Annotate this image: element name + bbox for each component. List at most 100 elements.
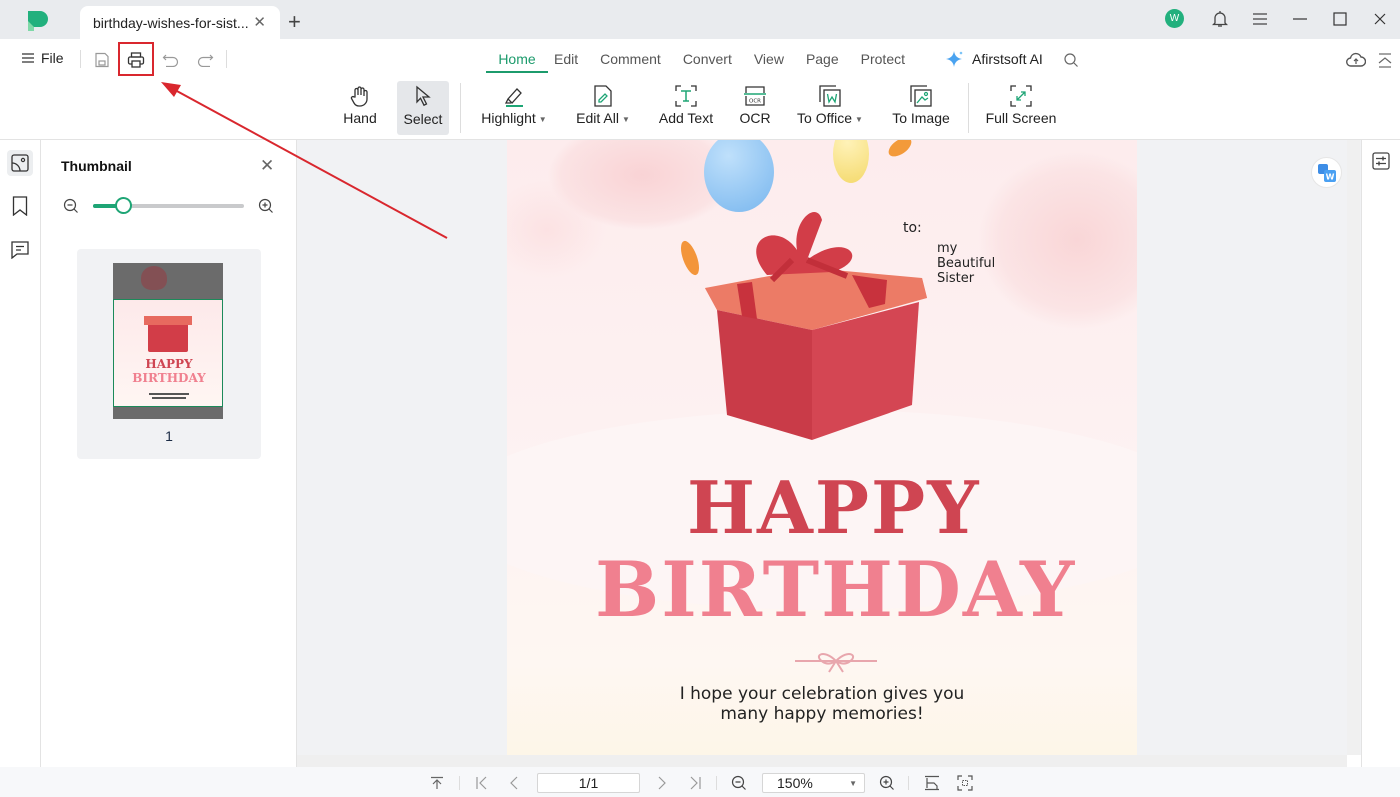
app-logo-icon — [28, 11, 48, 31]
dropdown-caret-icon: ▼ — [621, 114, 630, 124]
afirstsoft-ai-button[interactable]: Afirstsoft AI — [946, 50, 1043, 68]
add-text-icon — [675, 85, 697, 107]
select-tool-button[interactable]: Select — [397, 81, 449, 135]
search-button[interactable] — [1059, 48, 1083, 72]
document-tab-title: birthday-wishes-for-sist... — [93, 14, 249, 31]
cursor-arrow-icon — [416, 85, 431, 107]
zoom-level-value: 150% — [777, 775, 813, 791]
cloud-upload-button[interactable] — [1344, 48, 1368, 72]
save-button[interactable] — [90, 48, 114, 72]
to-label: to: — [903, 220, 922, 236]
tab-view[interactable]: View — [754, 51, 784, 73]
translate-button[interactable]: W — [1311, 157, 1342, 188]
comment-panel-button[interactable] — [7, 237, 33, 263]
cloud-decoration — [977, 150, 1137, 330]
menu-lines-icon — [22, 53, 34, 63]
edit-all-button[interactable]: Edit All ▼ — [573, 82, 633, 134]
maximize-icon[interactable] — [1329, 8, 1351, 30]
undo-button[interactable] — [159, 48, 183, 72]
add-text-button[interactable]: Add Text — [656, 82, 716, 134]
zoom-level-select[interactable]: 150% ▼ — [762, 773, 865, 793]
translate-icon: W — [1317, 163, 1336, 182]
vertical-scrollbar[interactable] — [1347, 140, 1360, 755]
notification-bell-icon[interactable] — [1209, 8, 1231, 30]
search-icon — [1064, 53, 1078, 67]
ocr-button[interactable]: OCR OCR — [738, 82, 772, 134]
minimize-icon[interactable] — [1289, 8, 1311, 30]
left-sidebar-rail — [0, 140, 41, 767]
headline-birthday: BIRTHDAY — [595, 545, 1077, 634]
first-page-button[interactable] — [473, 774, 491, 792]
divider — [968, 83, 969, 133]
last-page-button[interactable] — [686, 774, 704, 792]
new-tab-button[interactable]: + — [288, 9, 301, 35]
zoom-out-icon — [63, 198, 78, 213]
hand-tool-button[interactable]: Hand — [337, 82, 383, 134]
thumbnail-panel-button[interactable] — [7, 150, 33, 176]
add-text-label: Add Text — [658, 110, 714, 126]
recipient-text: my Beautiful Sister — [937, 241, 995, 286]
zoom-out-button[interactable] — [730, 774, 748, 792]
print-button-highlight — [118, 42, 154, 76]
highlight-button[interactable]: Highlight ▼ — [478, 82, 550, 134]
bookmark-panel-button[interactable] — [7, 193, 33, 219]
ribbon-tabs: Home Edit Comment Convert View Page Prot… — [486, 51, 905, 73]
full-screen-label: Full Screen — [985, 110, 1057, 126]
dropdown-caret-icon: ▼ — [849, 779, 857, 788]
full-screen-icon — [1010, 85, 1032, 107]
fit-page-button[interactable] — [956, 774, 974, 792]
document-canvas[interactable]: to: my Beautiful Sister HAPPY BIRTHDAY I… — [297, 140, 1361, 755]
properties-panel-button[interactable] — [1372, 152, 1390, 175]
page-number-input[interactable]: 1/1 — [537, 773, 640, 793]
fit-width-button[interactable] — [923, 774, 941, 792]
collapse-ribbon-button[interactable] — [1373, 48, 1397, 72]
ocr-icon: OCR — [744, 86, 766, 106]
document-tab[interactable]: birthday-wishes-for-sist... ✕ — [80, 6, 280, 39]
ai-label: Afirstsoft AI — [972, 51, 1043, 67]
page-thumbnail[interactable]: HAPPY BIRTHDAY 1 — [77, 249, 261, 459]
to-image-button[interactable]: To Image — [889, 82, 953, 134]
zoom-in-button[interactable] — [878, 774, 896, 792]
zoom-in-thumbnail-button[interactable] — [258, 198, 274, 219]
zoom-out-thumbnail-button[interactable] — [63, 198, 79, 219]
tab-comment[interactable]: Comment — [600, 51, 661, 73]
horizontal-scrollbar[interactable] — [297, 755, 1347, 767]
edit-document-icon — [594, 85, 612, 107]
tab-protect[interactable]: Protect — [861, 51, 905, 73]
recipient-line: Beautiful — [937, 256, 996, 271]
user-avatar[interactable]: W — [1165, 9, 1184, 28]
redo-button[interactable] — [193, 48, 217, 72]
file-menu-button[interactable]: File — [21, 50, 64, 66]
close-window-icon[interactable] — [1369, 8, 1391, 30]
tab-edit[interactable]: Edit — [554, 51, 578, 73]
tab-convert[interactable]: Convert — [683, 51, 732, 73]
close-tab-icon[interactable]: ✕ — [253, 13, 266, 31]
comment-icon — [11, 241, 29, 259]
last-page-icon — [690, 776, 701, 790]
first-page-icon — [476, 776, 487, 790]
full-screen-button[interactable]: Full Screen — [985, 82, 1057, 134]
zoom-in-icon — [258, 198, 273, 213]
dropdown-caret-icon: ▼ — [855, 114, 863, 124]
hand-label: Hand — [343, 110, 377, 126]
to-office-button[interactable]: To Office ▼ — [794, 82, 866, 134]
next-page-button[interactable] — [653, 774, 671, 792]
scroll-to-top-button[interactable] — [428, 774, 446, 792]
tab-page[interactable]: Page — [806, 51, 839, 73]
divider — [908, 776, 909, 790]
hamburger-menu-icon[interactable] — [1249, 8, 1271, 30]
thumbnail-page-number: 1 — [165, 428, 173, 444]
collapse-up-icon — [1378, 53, 1392, 68]
tab-home[interactable]: Home — [486, 51, 548, 73]
previous-page-button[interactable] — [505, 774, 523, 792]
right-sidebar-rail — [1361, 140, 1400, 767]
thumbnail-size-slider[interactable] — [93, 197, 244, 214]
close-panel-icon[interactable]: ✕ — [260, 156, 274, 176]
message-line: I hope your celebration gives you — [679, 684, 965, 704]
slider-handle[interactable] — [115, 197, 133, 214]
thumbnail-icon — [11, 154, 29, 172]
scroll-top-icon — [431, 776, 443, 789]
thumbnail-panel-title: Thumbnail — [61, 158, 132, 174]
zoom-in-icon — [879, 775, 894, 790]
chevron-left-icon — [510, 776, 518, 790]
